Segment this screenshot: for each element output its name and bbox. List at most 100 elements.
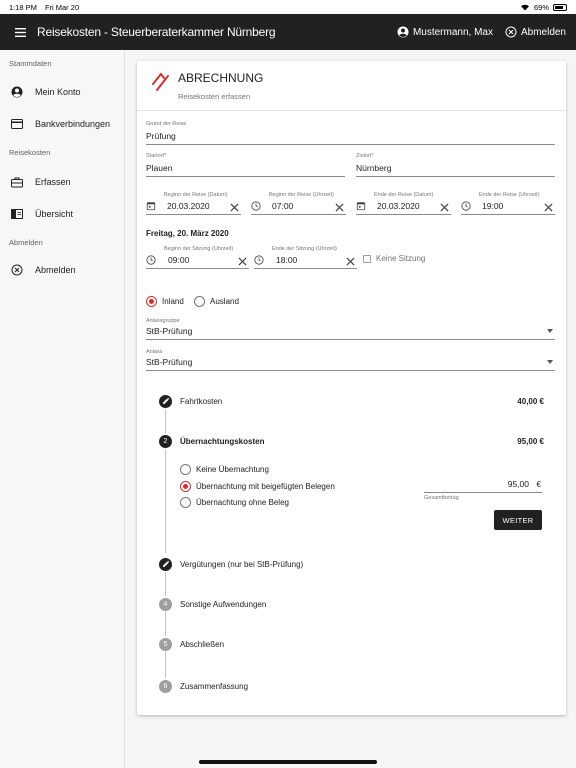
brand-logo-icon	[152, 73, 169, 91]
home-indicator[interactable]	[199, 760, 377, 764]
radio-unselected-icon	[180, 464, 191, 475]
step-sonstige-aufwendungen[interactable]: 4 Sonstige Aufwendungen	[159, 596, 544, 612]
clear-icon[interactable]	[544, 203, 553, 212]
logout-button[interactable]: Abmelden	[505, 26, 566, 38]
radio-selected-icon	[180, 481, 191, 492]
step-label: Sonstige Aufwendungen	[180, 599, 267, 609]
step-label: Fahrtkosten	[180, 396, 223, 406]
app-title: Reisekosten - Steuerberaterkammer Nürnbe…	[37, 25, 276, 39]
amount-value: 95,00	[507, 479, 529, 489]
sidebar-item-uebersicht[interactable]: Übersicht	[0, 199, 124, 229]
inland-label: Inland	[162, 297, 184, 306]
radio-unselected-icon	[194, 296, 205, 307]
anlass-select[interactable]: Anlass StB-Prüfung	[146, 349, 555, 371]
beginn-reise-datum-field[interactable]: Beginn der Reise (Datum) 20.03.2020	[146, 192, 241, 215]
account-circle-icon	[11, 86, 23, 98]
sitzung-ende-value: 18:00	[276, 255, 298, 265]
keine-uebernachtung-radio[interactable]: Keine Übernachtung	[180, 464, 269, 475]
dropdown-arrow-icon	[547, 360, 553, 364]
ende-sitzung-field[interactable]: Ende der Sitzung (Uhrzeit) 18:00	[254, 246, 357, 269]
sitzung-ende-label: Ende der Sitzung (Uhrzeit)	[272, 246, 337, 252]
calendar-icon	[146, 202, 156, 211]
ende-datum-value: 20.03.2020	[377, 201, 420, 211]
startort-field[interactable]: Startort* Plauen	[146, 153, 345, 177]
step-number: 6	[159, 679, 172, 693]
uebernachtung-mit-belegen-radio[interactable]: Übernachtung mit beigefügten Belegen	[180, 481, 335, 492]
app-bar: Reisekosten - Steuerberaterkammer Nürnbe…	[0, 14, 576, 50]
hamburger-icon	[14, 27, 26, 37]
clear-icon[interactable]	[238, 257, 247, 266]
clear-icon[interactable]	[440, 203, 449, 212]
gesamtbetrag-input[interactable]: 95,00 €	[424, 475, 542, 493]
ende-zeit-value: 19:00	[482, 201, 504, 211]
user-name: Mustermann, Max	[412, 26, 493, 38]
option-label: Keine Übernachtung	[196, 465, 269, 474]
uebernachtung-ohne-beleg-radio[interactable]: Übernachtung ohne Beleg	[180, 497, 289, 508]
ende-reise-uhrzeit-field[interactable]: Ende der Reise (Uhrzeit) 19:00	[461, 192, 555, 215]
card-title: ABRECHNUNG	[178, 71, 264, 85]
status-time: 1:18 PM	[9, 2, 37, 12]
credit-card-icon	[11, 119, 23, 129]
sidebar-item-label: Mein Konto	[35, 87, 81, 97]
beginn-reise-uhrzeit-field[interactable]: Beginn der Reise (Uhrzeit) 07:00	[251, 192, 346, 215]
checkbox-box	[363, 254, 371, 263]
weiter-button[interactable]: WEITER	[494, 510, 542, 530]
radio-selected-icon	[146, 296, 157, 307]
section-abmelden: Abmelden	[9, 237, 43, 247]
ende-reise-datum-field[interactable]: Ende der Reise (Datum) 20.03.2020	[356, 192, 451, 215]
card-subtitle: Reisekosten erfassen	[178, 92, 251, 101]
step-label: Abschließen	[180, 639, 225, 649]
stepper-connector	[165, 652, 166, 678]
step-abschliessen[interactable]: 5 Abschließen	[159, 636, 544, 652]
clear-icon[interactable]	[230, 203, 239, 212]
inland-radio[interactable]: Inland	[146, 296, 184, 307]
gesamtbetrag-hint: Gesamtbetrag	[424, 495, 459, 501]
currency-symbol: €	[536, 480, 541, 489]
clock-icon	[251, 201, 261, 211]
sidebar-item-erfassen[interactable]: Erfassen	[0, 167, 124, 197]
menu-button[interactable]	[0, 14, 40, 50]
step-amount: 40,00 €	[517, 396, 544, 406]
step-zusammenfassung[interactable]: 6 Zusammenfassung	[159, 678, 544, 694]
stepper-connector	[165, 449, 166, 553]
step-label: Zusammenfassung	[180, 681, 249, 691]
battery-icon	[553, 3, 567, 11]
edit-icon	[159, 394, 172, 408]
clear-icon[interactable]	[346, 257, 355, 266]
grund-der-reise-field[interactable]: Grund der Reise Prüfung	[146, 121, 555, 145]
dropdown-arrow-icon	[547, 329, 553, 333]
step-number: 2	[159, 434, 172, 448]
step-uebernachtungskosten[interactable]: 2 Übernachtungskosten 95,00 €	[159, 433, 544, 449]
beginn-sitzung-field[interactable]: Beginn der Sitzung (Uhrzeit) 09:00	[146, 246, 249, 269]
section-stammdaten: Stammdaten	[9, 58, 52, 68]
step-number: 4	[159, 597, 172, 611]
sidebar-item-label: Bankverbindungen	[35, 119, 111, 129]
close-circle-icon	[11, 264, 23, 276]
step-fahrtkosten[interactable]: Fahrtkosten 40,00 €	[159, 393, 544, 409]
beginn-datum-label: Beginn der Reise (Datum)	[164, 192, 228, 198]
sidebar-item-mein-konto[interactable]: Mein Konto	[0, 77, 124, 107]
anlassgruppe-select[interactable]: Anlassgruppe StB-Prüfung	[146, 318, 555, 340]
ausland-radio[interactable]: Ausland	[194, 296, 239, 307]
anlass-label: Anlass	[146, 349, 163, 355]
sidebar-item-bankverbindungen[interactable]: Bankverbindungen	[0, 109, 124, 139]
wifi-icon	[520, 4, 529, 11]
option-label: Übernachtung mit beigefügten Belegen	[196, 482, 335, 491]
stepper-connector	[165, 572, 166, 596]
clear-icon[interactable]	[335, 203, 344, 212]
beginn-zeit-value: 07:00	[272, 201, 294, 211]
beginn-zeit-label: Beginn der Reise (Uhrzeit)	[269, 192, 334, 198]
zielort-field[interactable]: Zielort* Nürnberg	[356, 153, 555, 177]
grund-label: Grund der Reise	[146, 121, 187, 127]
keine-sitzung-label: Keine Sitzung	[376, 254, 426, 263]
clock-icon	[461, 201, 471, 211]
user-menu[interactable]: Mustermann, Max	[397, 26, 493, 38]
calendar-icon	[356, 202, 366, 211]
sidebar-item-label: Abmelden	[35, 265, 76, 275]
step-number: 5	[159, 637, 172, 651]
sidebar-item-abmelden[interactable]: Abmelden	[0, 255, 124, 285]
list-book-icon	[11, 209, 23, 219]
step-verguetungen[interactable]: Vergütungen (nur bei StB-Prüfung)	[159, 556, 544, 572]
clock-icon	[146, 255, 156, 265]
keine-sitzung-checkbox[interactable]: Keine Sitzung	[363, 254, 425, 263]
